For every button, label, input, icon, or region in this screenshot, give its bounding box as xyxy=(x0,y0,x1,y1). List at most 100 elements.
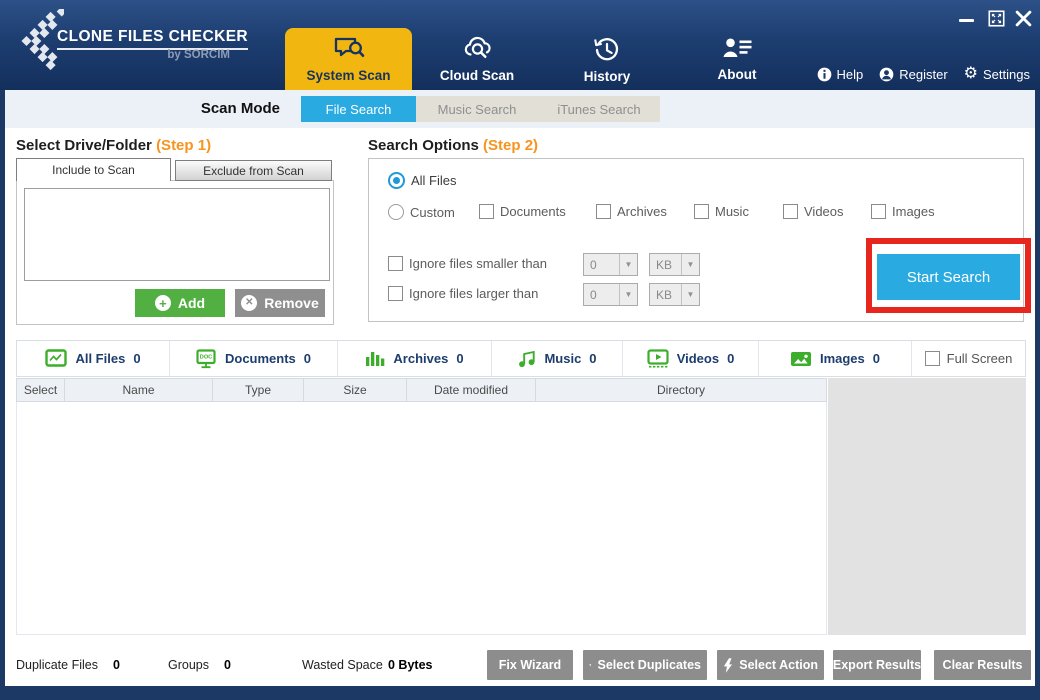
smaller-unit-combo[interactable]: KB ▼ xyxy=(649,253,700,276)
results-tab-count: 0 xyxy=(727,351,735,366)
column-header-name[interactable]: Name xyxy=(65,379,213,401)
select-duplicates-button[interactable]: Select Duplicates xyxy=(583,650,707,680)
videos-icon xyxy=(647,349,669,368)
ignore-larger-option[interactable]: Ignore files larger than xyxy=(388,286,538,301)
chevron-down-icon: ▼ xyxy=(681,284,699,305)
system-scan-icon xyxy=(334,37,364,57)
results-tab-archives[interactable]: Archives 0 xyxy=(338,341,492,376)
results-table-header: Select Name Type Size Date modified Dire… xyxy=(16,378,827,402)
tab-itunes-search[interactable]: iTunes Search xyxy=(538,96,660,122)
chevron-down-icon: ▼ xyxy=(681,254,699,275)
videos-checkbox[interactable] xyxy=(783,204,798,219)
side-panel-empty xyxy=(828,378,1026,635)
column-header-size[interactable]: Size xyxy=(304,379,407,401)
tab-exclude-from-scan[interactable]: Exclude from Scan xyxy=(175,160,332,181)
register-link[interactable]: Register xyxy=(879,66,948,82)
column-header-directory[interactable]: Directory xyxy=(536,379,826,401)
results-tab-documents[interactable]: DOC Documents 0 xyxy=(170,341,338,376)
videos-label: Videos xyxy=(804,204,844,219)
nav-tab-label: About xyxy=(717,67,757,82)
select-duplicates-label: Select Duplicates xyxy=(597,658,701,672)
register-label: Register xyxy=(899,66,948,82)
tab-file-search[interactable]: File Search xyxy=(301,96,416,122)
documents-checkbox[interactable] xyxy=(479,204,494,219)
music-option[interactable]: Music xyxy=(694,204,749,219)
duplicate-files-value: 0 xyxy=(113,658,120,672)
larger-size-value: 0 xyxy=(590,287,597,302)
nav-tab-history[interactable]: History xyxy=(547,28,667,90)
column-header-select[interactable]: Select xyxy=(17,379,65,401)
add-button[interactable]: + Add xyxy=(135,289,225,317)
full-screen-option[interactable]: Full Screen xyxy=(912,341,1025,376)
tab-music-search[interactable]: Music Search xyxy=(416,96,538,122)
gear-icon: ⚙ xyxy=(963,65,979,82)
select-action-button[interactable]: Select Action xyxy=(717,650,824,680)
results-table-body[interactable] xyxy=(16,402,827,635)
export-results-button[interactable]: Export Results xyxy=(833,650,921,680)
documents-label: Documents xyxy=(500,204,566,219)
svg-text:DOC: DOC xyxy=(200,354,212,360)
groups-value: 0 xyxy=(224,658,231,672)
results-tab-count: 0 xyxy=(589,351,597,366)
results-tab-count: 0 xyxy=(133,351,141,366)
wasted-space-label: Wasted Space xyxy=(302,658,383,672)
column-header-type[interactable]: Type xyxy=(213,379,304,401)
results-tab-label: Videos xyxy=(676,351,720,366)
ignore-smaller-label: Ignore files smaller than xyxy=(409,256,548,271)
nav-tab-cloud-scan[interactable]: Cloud Scan xyxy=(417,28,537,90)
archives-label: Archives xyxy=(617,204,667,219)
custom-radio[interactable] xyxy=(388,204,404,220)
close-button[interactable] xyxy=(1012,7,1034,29)
custom-option[interactable]: Custom xyxy=(388,204,455,220)
start-search-button[interactable]: Start Search xyxy=(877,254,1020,300)
ignore-smaller-checkbox[interactable] xyxy=(388,256,403,271)
nav-tab-system-scan[interactable]: System Scan xyxy=(285,28,412,90)
results-tab-videos[interactable]: Videos 0 xyxy=(623,341,759,376)
full-screen-checkbox[interactable] xyxy=(924,351,940,366)
videos-option[interactable]: Videos xyxy=(783,204,844,219)
all-files-option[interactable]: All Files xyxy=(388,172,457,189)
archives-option[interactable]: Archives xyxy=(596,204,667,219)
brand-title: CLONE FILES CHECKER xyxy=(57,28,249,50)
ignore-larger-checkbox[interactable] xyxy=(388,286,403,301)
results-tab-count: 0 xyxy=(456,351,464,366)
header-links: Help Register ⚙ Settings xyxy=(817,62,1030,86)
archives-checkbox[interactable] xyxy=(596,204,611,219)
all-files-radio[interactable] xyxy=(388,172,405,189)
results-tab-music[interactable]: Music 0 xyxy=(492,341,623,376)
documents-option[interactable]: Documents xyxy=(479,204,566,219)
settings-link[interactable]: ⚙ Settings xyxy=(964,66,1030,82)
music-checkbox[interactable] xyxy=(694,204,709,219)
remove-icon: ✕ xyxy=(241,295,258,311)
all-files-icon xyxy=(45,349,68,367)
about-icon xyxy=(723,38,752,57)
smaller-unit-value: KB xyxy=(656,257,673,272)
ignore-larger-label: Ignore files larger than xyxy=(409,286,539,301)
larger-unit-combo[interactable]: KB ▼ xyxy=(649,283,700,306)
tab-include-to-scan[interactable]: Include to Scan xyxy=(16,158,171,181)
maximize-button[interactable] xyxy=(986,8,1006,28)
duplicate-files-label: Duplicate Files xyxy=(16,658,98,672)
remove-button[interactable]: ✕ Remove xyxy=(235,289,325,317)
help-label: Help xyxy=(836,66,864,82)
smaller-size-combo[interactable]: 0 ▼ xyxy=(583,253,638,276)
help-link[interactable]: Help xyxy=(817,66,864,82)
folder-list[interactable] xyxy=(24,188,330,281)
nav-tab-about[interactable]: About xyxy=(677,28,797,90)
nav-tab-label: History xyxy=(583,69,631,84)
results-tab-all-files[interactable]: All Files 0 xyxy=(17,341,170,376)
results-tab-images[interactable]: Images 0 xyxy=(759,341,912,376)
fix-wizard-button[interactable]: Fix Wizard xyxy=(487,650,573,680)
search-options-step: (Step 2) xyxy=(483,137,539,154)
minimize-button[interactable] xyxy=(955,10,977,30)
column-header-date-modified[interactable]: Date modified xyxy=(407,379,536,401)
drive-panel-step: (Step 1) xyxy=(156,137,212,154)
clear-results-button[interactable]: Clear Results xyxy=(934,650,1031,680)
larger-size-combo[interactable]: 0 ▼ xyxy=(583,283,638,306)
larger-unit-value: KB xyxy=(656,287,673,302)
images-option[interactable]: Images xyxy=(871,204,935,219)
images-checkbox[interactable] xyxy=(871,204,886,219)
documents-icon: DOC xyxy=(196,348,216,368)
results-tab-label: Documents xyxy=(224,351,296,366)
ignore-smaller-option[interactable]: Ignore files smaller than xyxy=(388,256,547,271)
